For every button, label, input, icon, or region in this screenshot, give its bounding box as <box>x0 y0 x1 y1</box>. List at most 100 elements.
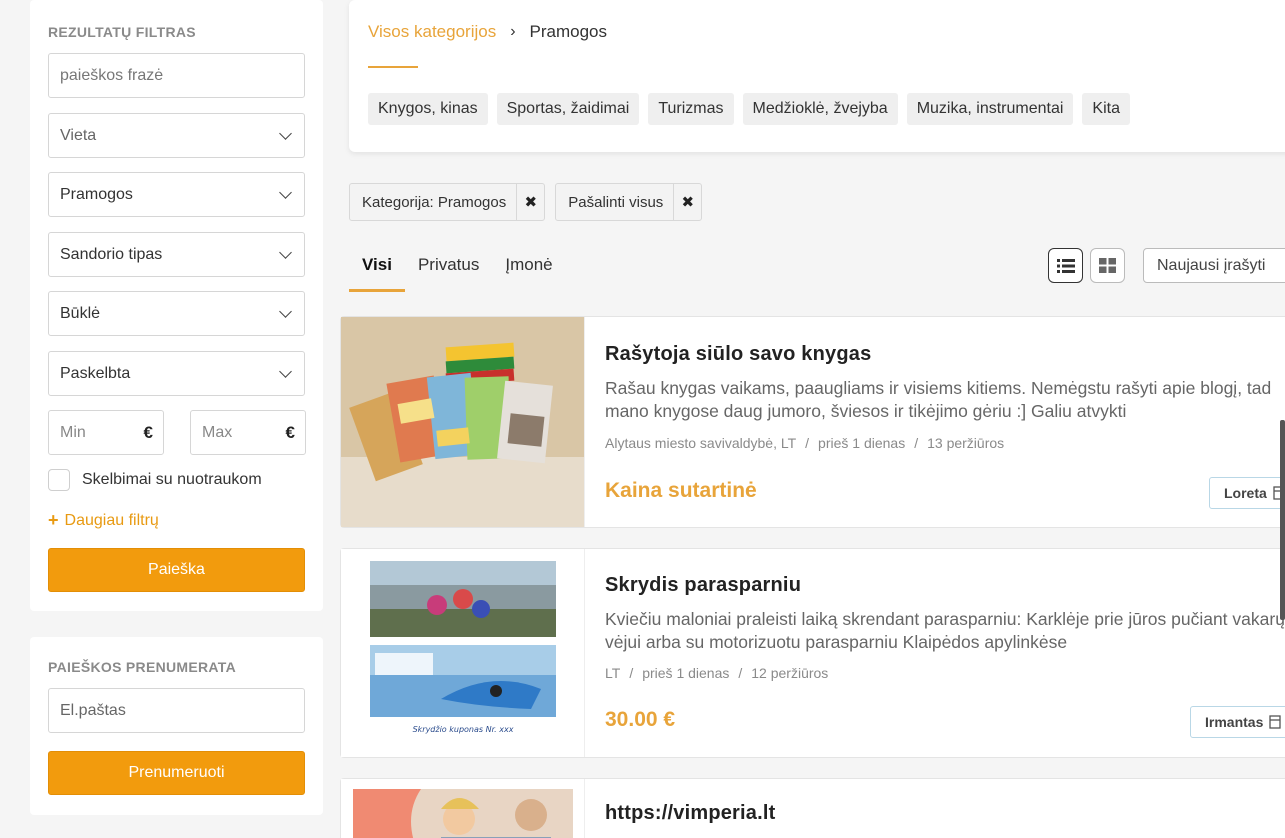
listing-meta: Alytaus miesto savivaldybė, LT / prieš 1… <box>605 435 1004 451</box>
seller-type-tabs: Visi Privatus Įmonė <box>349 246 566 292</box>
listing-price: Kaina sutartinė <box>605 479 757 502</box>
seller-name: Irmantas <box>1205 714 1264 730</box>
location-select[interactable]: Vieta <box>48 113 305 158</box>
meta-separator: / <box>914 435 919 451</box>
listing-location: Alytaus miesto savivaldybė, LT <box>605 435 797 451</box>
close-icon[interactable]: ✖ <box>673 184 701 220</box>
tab-all[interactable]: Visi <box>349 246 405 292</box>
subscribe-button[interactable]: Prenumeruoti <box>48 751 305 795</box>
list-icon <box>1056 258 1075 273</box>
published-select[interactable]: Paskelbta <box>48 351 305 396</box>
plus-icon: + <box>48 510 59 530</box>
condition-select-value: Būklė <box>60 304 101 322</box>
subcategory-music-instruments[interactable]: Muzika, instrumentai <box>906 93 1074 125</box>
subcategory-books-cinema[interactable]: Knygos, kinas <box>368 93 488 125</box>
category-select-value: Pramogos <box>60 185 133 203</box>
with-photos-label: Skelbimai su nuotraukom <box>82 471 262 488</box>
breadcrumb-all-categories[interactable]: Visos kategorijos <box>368 22 496 42</box>
chevron-down-icon <box>279 364 292 378</box>
listing-card[interactable]: https://vimperia.lt <box>340 778 1285 838</box>
seller-badge[interactable]: Loreta <box>1209 477 1285 509</box>
shop-icon <box>1269 715 1282 729</box>
min-price-input[interactable]: Min € <box>48 410 164 455</box>
listing-title[interactable]: Rašytoja siūlo savo knygas <box>605 343 871 366</box>
grid-view-button[interactable] <box>1090 248 1125 283</box>
seller-badge[interactable]: Irmantas <box>1190 706 1285 738</box>
subcategory-hunting-fishing[interactable]: Medžioklė, žvejyba <box>742 93 898 125</box>
max-price-placeholder: Max <box>202 423 233 441</box>
subcategory-list: Knygos, kinas Sportas, žaidimai Turizmas… <box>368 93 1130 125</box>
category-card: Visos kategorijos › Pramogos Knygos, kin… <box>349 0 1285 152</box>
books-image <box>341 317 584 527</box>
subcategory-sports-games[interactable]: Sportas, žaidimai <box>496 93 640 125</box>
more-filters-label: Daugiau filtrų <box>64 511 159 529</box>
listing-thumbnail[interactable]: Skrydžio kuponas Nr. xxx <box>341 549 585 757</box>
listing-description: Rašau knygas vaikams, paaugliams ir visi… <box>605 378 1272 421</box>
listing-posted: prieš 1 dienas <box>642 665 730 681</box>
category-filter-chip: Kategorija: Pramogos ✖ <box>349 183 546 221</box>
listing-price: 30.00 € <box>605 708 676 731</box>
tab-company[interactable]: Įmonė <box>492 246 565 292</box>
search-input[interactable]: paieškos frazė <box>48 53 305 98</box>
results-filter-panel: REZULTATŲ FILTRAS paieškos frazė Vieta P… <box>30 0 323 611</box>
breadcrumb: Visos kategorijos › Pramogos <box>368 22 607 42</box>
published-select-value: Paskelbta <box>60 364 131 382</box>
meta-separator: / <box>629 665 634 681</box>
breadcrumb-underline <box>368 66 418 68</box>
active-filters: Kategorija: Pramogos ✖ Pašalinti visus ✖ <box>349 183 703 221</box>
listing-meta: LT / prieš 1 dienas / 12 peržiūros <box>605 665 828 681</box>
chevron-down-icon <box>279 304 292 318</box>
chevron-right-icon: › <box>510 23 516 40</box>
chevron-down-icon <box>279 185 292 199</box>
chevron-down-icon <box>279 245 292 259</box>
listing-title[interactable]: Skrydis parasparniu <box>605 574 801 597</box>
listing-card[interactable]: Skrydžio kuponas Nr. xxx Skrydis paraspa… <box>340 548 1285 758</box>
subscription-title: PAIEŠKOS PRENUMERATA <box>48 659 237 675</box>
listing-description: Kviečiu maloniai praleisti laiką skrenda… <box>605 609 1285 652</box>
filter-title: REZULTATŲ FILTRAS <box>48 24 196 40</box>
listing-thumbnail[interactable] <box>341 317 585 527</box>
scrollbar[interactable] <box>1280 420 1285 620</box>
coupon-caption: Skrydžio kuponas Nr. xxx <box>413 725 514 734</box>
seller-name: Loreta <box>1224 485 1267 501</box>
euro-icon: € <box>285 422 295 442</box>
list-view-button[interactable] <box>1048 248 1083 283</box>
email-input[interactable]: El.paštas <box>48 688 305 733</box>
listing-posted: prieš 1 dienas <box>818 435 906 451</box>
deal-type-select-value: Sandorio tipas <box>60 245 163 263</box>
tab-private[interactable]: Privatus <box>405 246 492 292</box>
euro-icon: € <box>143 422 153 442</box>
listing-views: 13 peržiūros <box>927 435 1005 451</box>
listing-views: 12 peržiūros <box>751 665 829 681</box>
paragliding-image: Skrydžio kuponas Nr. xxx <box>341 549 584 757</box>
breadcrumb-current: Pramogos <box>529 22 608 41</box>
listing-card[interactable]: Rašytoja siūlo savo knygas Rašau knygas … <box>340 316 1285 528</box>
close-icon[interactable]: ✖ <box>516 184 544 220</box>
listing-title[interactable]: https://vimperia.lt <box>605 802 776 825</box>
with-photos-option[interactable]: Skelbimai su nuotraukom <box>48 469 262 491</box>
search-button[interactable]: Paieška <box>48 548 305 592</box>
remove-all-chip: Pašalinti visus ✖ <box>555 183 703 221</box>
location-select-value: Vieta <box>60 126 97 144</box>
grid-icon <box>1099 258 1116 273</box>
condition-select[interactable]: Būklė <box>48 291 305 336</box>
max-price-input[interactable]: Max € <box>190 410 306 455</box>
subcategory-other[interactable]: Kita <box>1082 93 1130 125</box>
subcategory-tourism[interactable]: Turizmas <box>648 93 734 125</box>
min-price-placeholder: Min <box>60 423 86 441</box>
meta-separator: / <box>738 665 743 681</box>
with-photos-checkbox[interactable] <box>48 469 70 491</box>
meta-separator: / <box>805 435 810 451</box>
category-select[interactable]: Pramogos <box>48 172 305 217</box>
listing-location: LT <box>605 665 621 681</box>
remove-all-chip-label: Pašalinti visus <box>568 193 664 211</box>
chevron-down-icon <box>279 126 292 140</box>
category-filter-chip-label: Kategorija: Pramogos <box>362 193 507 211</box>
listing-thumbnail[interactable] <box>341 779 585 838</box>
deal-type-select[interactable]: Sandorio tipas <box>48 232 305 277</box>
sort-select-value: Naujausi įrašyti <box>1157 256 1266 274</box>
search-subscription-panel: PAIEŠKOS PRENUMERATA El.paštas Prenumeru… <box>30 637 323 815</box>
more-filters-link[interactable]: + Daugiau filtrų <box>48 510 159 531</box>
sort-select[interactable]: Naujausi įrašyti <box>1143 248 1285 283</box>
people-image <box>341 779 584 838</box>
